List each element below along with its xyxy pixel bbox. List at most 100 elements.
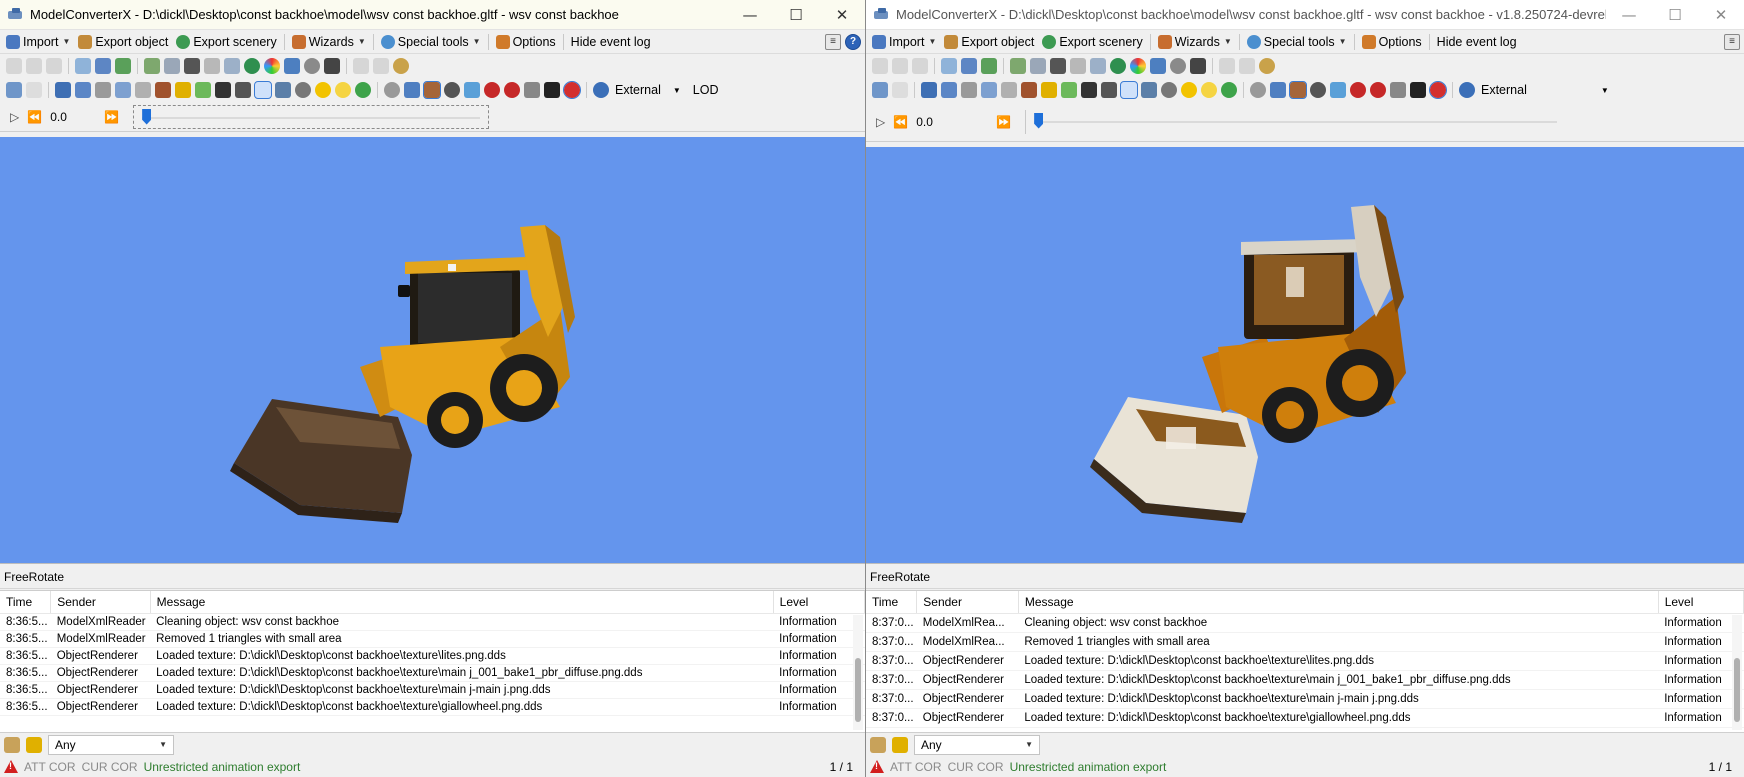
- broom-icon[interactable]: [26, 736, 42, 753]
- export-object-menu[interactable]: Export object: [74, 31, 172, 53]
- lifebuoy-alt-icon[interactable]: [504, 82, 520, 98]
- forward-icon[interactable]: [26, 58, 42, 74]
- pin-icon[interactable]: [961, 58, 977, 74]
- play-icon[interactable]: ▷: [876, 115, 885, 129]
- table-row[interactable]: 8:36:5... ObjectRenderer Loaded texture: D…: [0, 681, 865, 699]
- redo-icon[interactable]: [1239, 58, 1255, 74]
- box-icon[interactable]: [1001, 82, 1017, 98]
- pin-icon[interactable]: [95, 58, 111, 74]
- crosshair-icon[interactable]: [295, 82, 311, 98]
- wizards-menu[interactable]: Wizards ▼: [1154, 31, 1236, 53]
- terrain-icon[interactable]: [195, 82, 211, 98]
- options-menu[interactable]: Options: [492, 31, 560, 53]
- log-level-filter[interactable]: Any ▼: [48, 734, 174, 755]
- column-header-time[interactable]: Time: [0, 591, 52, 614]
- chevron-down-icon[interactable]: ▼: [1601, 86, 1609, 95]
- back-icon[interactable]: [6, 58, 22, 74]
- picture-alt-icon[interactable]: [1090, 58, 1106, 74]
- picture-alt-icon[interactable]: [224, 58, 240, 74]
- nodes-icon[interactable]: [981, 82, 997, 98]
- sun-icon[interactable]: [1181, 82, 1197, 98]
- cube-icon[interactable]: [404, 82, 420, 98]
- hierarchy-icon[interactable]: [981, 58, 997, 74]
- view-mode-select[interactable]: External: [615, 83, 661, 97]
- table-row[interactable]: 8:37:0... ModelXmlRea... Removed 1 triangl…: [866, 632, 1744, 652]
- link-icon[interactable]: [961, 82, 977, 98]
- texture-icon[interactable]: [155, 82, 171, 98]
- material-icon[interactable]: [175, 82, 191, 98]
- hierarchy-icon[interactable]: [115, 58, 131, 74]
- weight-icon[interactable]: [1410, 82, 1426, 98]
- rotate-mode-bar[interactable]: FreeRotate: [0, 563, 865, 589]
- table-row[interactable]: 8:36:5... ObjectRenderer Loaded texture: D…: [0, 664, 865, 682]
- grid-image-icon[interactable]: [1070, 58, 1086, 74]
- fit-view-icon[interactable]: [872, 82, 888, 98]
- image-icon[interactable]: [1010, 58, 1026, 74]
- table-row[interactable]: 8:36:5... ObjectRenderer Loaded texture: D…: [0, 698, 865, 716]
- settings-icon[interactable]: [384, 82, 400, 98]
- help-icon[interactable]: ?: [845, 33, 861, 50]
- texture-icon[interactable]: [1021, 82, 1037, 98]
- drone-icon[interactable]: [1190, 58, 1206, 74]
- history-icon[interactable]: [393, 58, 409, 74]
- warning-icon[interactable]: [4, 760, 18, 773]
- materials-icon[interactable]: [304, 58, 320, 74]
- export-scenery-menu[interactable]: Export scenery: [172, 31, 280, 53]
- column-header-sender[interactable]: Sender: [916, 591, 1019, 614]
- collision-grid-icon[interactable]: [1390, 82, 1406, 98]
- layout-icon[interactable]: ≡: [825, 33, 841, 50]
- rewind-icon[interactable]: ⏪: [27, 110, 42, 124]
- column-header-level[interactable]: Level: [1658, 591, 1744, 614]
- zoom-icon[interactable]: [941, 58, 957, 74]
- table-row[interactable]: 8:37:0... ObjectRenderer Loaded texture: D…: [866, 651, 1744, 671]
- grid-icon[interactable]: [921, 82, 937, 98]
- table-row[interactable]: 8:37:0... ModelXmlRea... Cleaning object: …: [866, 613, 1744, 633]
- minimize-button[interactable]: —: [727, 0, 773, 30]
- fast-forward-icon[interactable]: ⏩: [104, 110, 119, 124]
- bulb-icon[interactable]: [335, 82, 351, 98]
- grid-icon[interactable]: [55, 82, 71, 98]
- skeleton-icon[interactable]: [1120, 81, 1138, 99]
- edit-icon[interactable]: [870, 736, 886, 753]
- close-button[interactable]: ✕: [819, 0, 865, 30]
- axis-icon[interactable]: [464, 82, 480, 98]
- history-icon[interactable]: [1259, 58, 1275, 74]
- light-bar-icon[interactable]: [1081, 82, 1097, 98]
- map-icon[interactable]: [284, 58, 300, 74]
- chevron-down-icon[interactable]: ▼: [673, 86, 681, 95]
- terrain-icon[interactable]: [1061, 82, 1077, 98]
- fast-forward-icon[interactable]: ⏩: [996, 115, 1011, 129]
- column-header-time[interactable]: Time: [866, 591, 918, 614]
- box-icon[interactable]: [135, 82, 151, 98]
- materials-icon[interactable]: [1170, 58, 1186, 74]
- picture-icon[interactable]: [164, 58, 180, 74]
- export-object-menu[interactable]: Export object: [940, 31, 1038, 53]
- fit-view-icon[interactable]: [6, 82, 22, 98]
- redo-icon[interactable]: [373, 58, 389, 74]
- film-icon[interactable]: [184, 58, 200, 74]
- camera-icon[interactable]: [1141, 82, 1157, 98]
- nodes-icon[interactable]: [115, 82, 131, 98]
- sun-icon[interactable]: [315, 82, 331, 98]
- image-icon[interactable]: [144, 58, 160, 74]
- page-icon[interactable]: [912, 58, 928, 74]
- animation-slider[interactable]: [1025, 109, 1565, 134]
- frame-value[interactable]: 0.0: [50, 110, 96, 124]
- table-row[interactable]: 8:36:5... ModelXmlReader Cleaning object: …: [0, 613, 865, 631]
- table-row[interactable]: 8:37:0... ObjectRenderer Loaded texture: D…: [866, 670, 1744, 690]
- drone-icon[interactable]: [324, 58, 340, 74]
- rewind-icon[interactable]: ⏪: [893, 115, 908, 129]
- picture-icon[interactable]: [1030, 58, 1046, 74]
- vertex-icon[interactable]: [941, 82, 957, 98]
- sphere-icon[interactable]: [444, 82, 460, 98]
- texture-view-icon[interactable]: [1289, 81, 1307, 99]
- layout-icon[interactable]: ≡: [1724, 33, 1740, 50]
- undo-icon[interactable]: [1219, 58, 1235, 74]
- special-tools-menu[interactable]: Special tools ▼: [1243, 31, 1351, 53]
- title-bar[interactable]: ModelConverterX - D:\dickl\Desktop\const…: [866, 0, 1744, 30]
- hide-event-log-button[interactable]: Hide event log: [1433, 31, 1521, 53]
- table-row[interactable]: 8:36:5... ObjectRenderer Loaded texture: D…: [0, 647, 865, 665]
- page-icon[interactable]: [46, 58, 62, 74]
- export-scenery-menu[interactable]: Export scenery: [1038, 31, 1146, 53]
- forward-icon[interactable]: [892, 58, 908, 74]
